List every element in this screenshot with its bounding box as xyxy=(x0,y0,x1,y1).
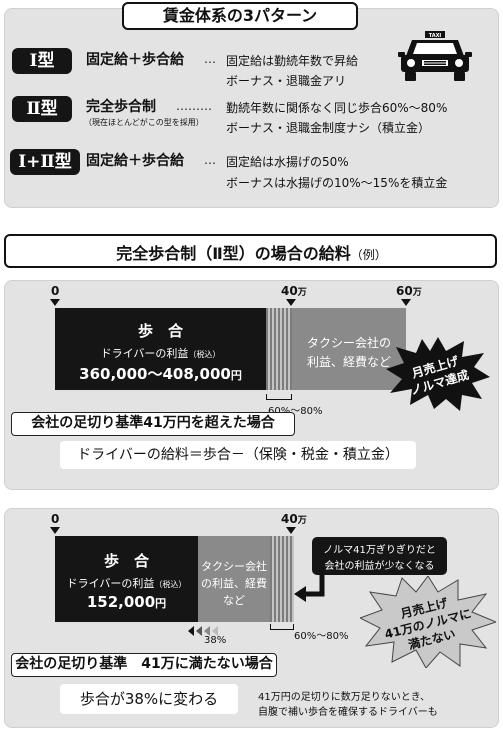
chart2-company-line-1: タクシー会社 xyxy=(201,560,267,573)
chart2-case-label: 会社の足切り基準 41万に満たない場合 xyxy=(11,653,277,677)
chart1-variable-band xyxy=(266,308,292,390)
chart2-company-line-3: など xyxy=(223,594,245,607)
chart1-axis-60-num: 60 xyxy=(396,284,413,298)
type-2-badge: Ⅱ型 xyxy=(12,96,72,122)
chart1-driver-profit-tax: （税込） xyxy=(188,350,221,359)
chart1-driver-profit-label: ドライバーの利益 xyxy=(100,347,189,360)
type-1-desc-1: 固定給は勤続年数で昇給 xyxy=(226,54,359,68)
chart1-driver-amount-value: 360,000～408,000 xyxy=(79,365,231,383)
taxi-icon: TAXI xyxy=(398,30,472,82)
chart2-range-label: 60%～80% xyxy=(294,631,349,642)
chart2-driver-profit-tax: （税込） xyxy=(154,580,187,589)
type-1-2-name: 固定給＋歩合給 xyxy=(86,153,184,169)
type-1-badge: Ⅰ型 xyxy=(12,48,72,74)
type-2-note: （現在ほとんどがこの型を採用） xyxy=(84,118,204,127)
chart2-tick-40 xyxy=(286,527,296,534)
type-2-desc-1: 勤続年数に関係なく同じ歩合60%～80% xyxy=(226,101,448,115)
chart1-driver-amount: 360,000～408,000円 xyxy=(55,363,266,384)
type-1-2-desc-1: 固定給は水揚げの50% xyxy=(226,155,349,169)
chart1-axis-0: 0 xyxy=(51,284,60,298)
full-commission-title-suffix: （例） xyxy=(350,248,387,262)
type-1-2-badge: Ⅰ+Ⅱ型 xyxy=(10,149,80,175)
chart2-commission-title: 歩 合 xyxy=(103,552,149,570)
chart2-axis-40: 40万 xyxy=(281,512,307,526)
type-1-name: 固定給＋歩合給 xyxy=(86,52,184,68)
chart2-callout-arrow xyxy=(294,570,325,602)
chart1-tick-60 xyxy=(401,299,411,306)
chart1-axis-60-unit: 万 xyxy=(412,288,422,298)
chart2-driver-profit-label: ドライバーの利益 xyxy=(66,577,155,590)
chart2-driver-profit: ドライバーの利益（税込） xyxy=(55,575,198,591)
chart2-driver-amount: 152,000円 xyxy=(55,593,198,611)
chart2-driver-amount-value: 152,000 xyxy=(86,593,156,611)
wage-patterns-title: 賃金体系の3パターン xyxy=(122,2,358,30)
chart1-driver-amount-unit: 円 xyxy=(230,369,242,382)
type-1-2-dots: … xyxy=(204,153,216,167)
chart2-axis-0: 0 xyxy=(51,512,60,526)
taxi-sign-label: TAXI xyxy=(429,33,442,39)
chart2-note-line-2: 自腹で補い歩合を確保するドライバーも xyxy=(258,707,438,718)
chart1-range-bracket xyxy=(266,394,292,400)
chart1-tick-0 xyxy=(50,299,60,306)
chart2-driver-amount-unit: 円 xyxy=(155,597,167,610)
chart2-callout-line-1: ノルマ41万ぎりぎりだと xyxy=(323,545,436,556)
chart1-tick-40 xyxy=(286,299,296,306)
chart2-axis-40-num: 40 xyxy=(281,512,298,526)
chart1-axis-40: 40万 xyxy=(281,284,307,298)
chart1-driver-share-bar: 歩 合 ドライバーの利益（税込） 360,000～408,000円 xyxy=(55,308,266,390)
chart2-range-bracket xyxy=(270,624,294,630)
type-2-dots: ……… xyxy=(176,99,212,113)
chart2-company-line-2: の利益、経費 xyxy=(201,577,267,590)
chart2-result: 歩合が38%に変わる xyxy=(60,684,238,714)
chart2-company-share-bar: タクシー会社 の利益、経費 など xyxy=(198,536,270,622)
chart1-quota-met-burst: 月売上げ ノルマ達成 xyxy=(386,337,490,411)
chart2-callout: ノルマ41万ぎりぎりだと 会社の利益が少なくなる xyxy=(312,537,447,575)
chart1-axis-40-num: 40 xyxy=(281,284,298,298)
chart1-driver-profit: ドライバーの利益（税込） xyxy=(55,345,266,361)
chart2-driver-share-bar: 歩 合 ドライバーの利益（税込） 152,000円 xyxy=(55,536,198,622)
chart2-shift-arrows xyxy=(188,622,224,636)
type-2-desc-2: ボーナス・退職金制度ナシ（積立金） xyxy=(226,121,431,135)
chart2-new-rate-label: 38% xyxy=(204,635,227,646)
type-2-name: 完全歩合制 xyxy=(86,99,156,115)
chart2-callout-line-2: 会社の利益が少なくなる xyxy=(324,561,435,572)
type-1-2-desc-2: ボーナスは水揚げの10%～15%を積立金 xyxy=(226,176,448,190)
chart2-quota-missed-burst: 月売上げ 41万のノルマに 満たない xyxy=(360,576,496,668)
chart2-variable-band xyxy=(270,536,294,622)
type-1-dots: … xyxy=(204,52,216,66)
chart2-note-line-1: 41万円の足切りに数万足りないとき、 xyxy=(258,692,431,703)
chart2-axis-40-unit: 万 xyxy=(297,516,307,526)
chart1-axis-40-unit: 万 xyxy=(297,288,307,298)
chart1-formula: ドライバーの給料＝歩合－（保険・税金・積立金） xyxy=(60,441,416,469)
full-commission-title: 完全歩合制（Ⅱ型）の場合の給料（例） xyxy=(0,240,503,264)
type-1-desc-2: ボーナス・退職金アリ xyxy=(226,74,347,88)
chart2-tick-0 xyxy=(50,527,60,534)
full-commission-title-text: 完全歩合制（Ⅱ型）の場合の給料 xyxy=(116,244,351,263)
chart1-commission-title: 歩 合 xyxy=(137,322,183,340)
chart1-case-label: 会社の足切り基準41万円を超えた場合 xyxy=(11,412,295,436)
chart1-axis-60: 60万 xyxy=(396,284,422,298)
